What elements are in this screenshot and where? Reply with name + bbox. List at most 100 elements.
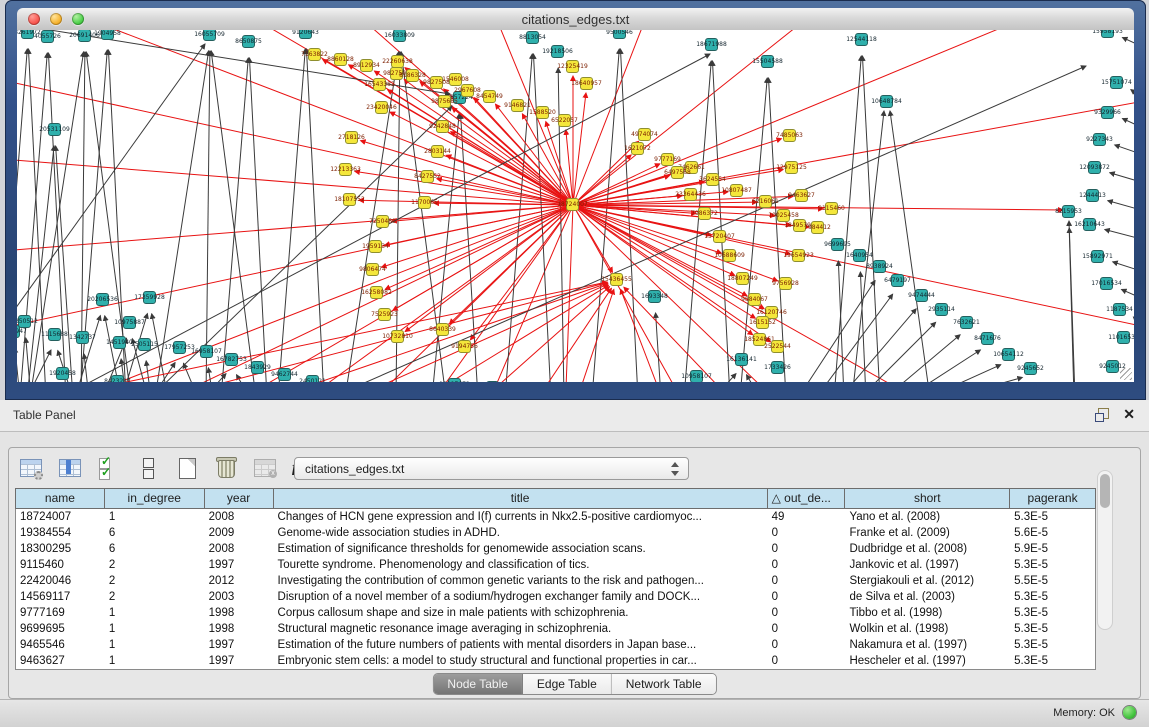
graph-node[interactable]: 12093872 <box>1088 161 1101 174</box>
table-row[interactable]: 969969511998Structural magnetic resonanc… <box>16 621 1095 637</box>
close-panel-icon[interactable]: ✕ <box>1123 406 1135 423</box>
graph-node[interactable]: 1342737 <box>76 331 89 344</box>
graph-node[interactable]: 9245072 <box>486 381 499 382</box>
tab-edge-table[interactable]: Edge Table <box>523 674 612 694</box>
table-row[interactable]: 977716911998Corpus callosum shape and si… <box>16 605 1095 621</box>
graph-node[interactable]: 2967608 <box>461 84 474 97</box>
graph-node[interactable]: 2450121 <box>306 375 319 382</box>
graph-node[interactable]: 8938924 <box>873 260 886 273</box>
column-header-pagerank[interactable]: pagerank <box>1010 489 1095 508</box>
graph-node[interactable]: 6216061 <box>759 195 772 208</box>
graph-node[interactable]: 9777169 <box>661 153 674 166</box>
graph-node[interactable]: 9884067 <box>748 293 761 306</box>
column-header-title[interactable]: title <box>274 489 768 508</box>
row-height-icon[interactable] <box>136 456 160 480</box>
graph-node[interactable]: 9756928 <box>779 277 792 290</box>
graph-node[interactable]: 9245652 <box>1024 362 1037 375</box>
select-columns-icon[interactable]: ✓✓ <box>97 456 121 480</box>
graph-node[interactable]: 1621072 <box>631 142 644 155</box>
graph-node[interactable]: 8423217 <box>111 375 124 382</box>
table-row[interactable]: 911546021997Tourette syndrome. Phenomeno… <box>16 557 1095 573</box>
table-row[interactable]: 946362711997Embryonic stem cells: a mode… <box>16 653 1095 669</box>
graph-node[interactable]: 10688609 <box>723 249 736 262</box>
graph-node[interactable]: 15892971 <box>1091 250 1104 263</box>
delete-table-icon[interactable]: x <box>253 456 277 480</box>
graph-node[interactable]: 12544118 <box>855 33 868 46</box>
graph-node[interactable]: 16958107 <box>200 345 213 358</box>
memory-ok-icon[interactable] <box>1123 706 1136 719</box>
network-canvas[interactable]: 8261972405572620691406190495816055709865… <box>17 30 1134 382</box>
window-titlebar[interactable]: citations_edges.txt <box>17 8 1134 31</box>
graph-node[interactable]: 16210643 <box>1083 218 1096 231</box>
graph-node[interactable]: 9875685 <box>438 95 451 108</box>
graph-node[interactable]: 1115688 <box>48 328 61 341</box>
graph-node[interactable]: 4055726 <box>41 30 54 43</box>
graph-node[interactable]: 4974074 <box>638 128 651 141</box>
network-select[interactable]: citations_edges.txt <box>294 457 689 480</box>
graph-node[interactable]: 3624554 <box>706 173 719 186</box>
graph-node[interactable]: 16055709 <box>203 30 216 41</box>
graph-node[interactable]: 8471676 <box>981 332 994 345</box>
graph-node[interactable]: 7250480 <box>376 215 389 228</box>
graph-node[interactable]: 1693348 <box>648 290 661 303</box>
graph-node[interactable]: 2803144 <box>431 145 444 158</box>
canvas-resize-grip[interactable] <box>1120 368 1132 380</box>
graph-node[interactable]: 9245012 <box>1106 360 1119 373</box>
graph-node[interactable]: 16033809 <box>393 30 406 42</box>
graph-node[interactable]: 1640954 <box>853 249 866 262</box>
graph-node[interactable]: 9120643 <box>299 30 312 39</box>
graph-node[interactable]: 9462744 <box>278 368 291 381</box>
graph-node[interactable]: 10732810 <box>391 330 404 343</box>
graph-node[interactable]: 19654923 <box>792 249 805 262</box>
column-header-name[interactable]: name <box>16 489 105 508</box>
graph-node[interactable]: 2935114 <box>935 303 948 316</box>
graph-node[interactable]: 18807249 <box>736 272 749 285</box>
graph-node[interactable]: 8813054 <box>526 31 539 44</box>
column-header-in_degree[interactable]: in_degree <box>105 489 205 508</box>
graph-node[interactable]: 9329966 <box>1101 106 1114 119</box>
graph-node[interactable]: 1904958 <box>101 30 114 40</box>
graph-node[interactable]: 9500546 <box>613 30 626 39</box>
table-mode-icon[interactable] <box>19 456 43 480</box>
graph-node[interactable]: 8454749 <box>483 90 496 103</box>
graph-node[interactable]: 16136141 <box>735 353 748 366</box>
table-row[interactable]: 1938455462009Genome-wide association stu… <box>16 525 1095 541</box>
graph-node[interactable]: 15504588 <box>761 55 774 68</box>
table-row[interactable]: 946554611997Estimation of the future num… <box>16 637 1095 653</box>
float-panel-icon[interactable] <box>1095 408 1109 422</box>
graph-node[interactable]: 16543382 <box>373 78 386 91</box>
graph-node[interactable]: 20531109 <box>48 123 61 136</box>
graph-node[interactable]: 6479197 <box>891 274 904 287</box>
graph-node[interactable]: 23420046 <box>375 101 388 114</box>
table-row[interactable]: 1872400712008Changes of HCN gene express… <box>16 509 1095 525</box>
graph-node[interactable]: 7986372 <box>698 207 711 220</box>
graph-node[interactable]: 17016534 <box>1100 277 1113 290</box>
graph-node[interactable]: 9806474 <box>366 263 379 276</box>
graph-node[interactable]: 9474444 <box>915 289 928 302</box>
graph-node[interactable]: 18107552 <box>343 193 356 206</box>
graph-node[interactable]: 10648784 <box>880 95 893 108</box>
graph-node[interactable]: 8261972 <box>21 30 34 39</box>
graph-node[interactable]: 9242848 <box>436 120 449 133</box>
graph-node[interactable]: 16258082 <box>370 286 383 299</box>
graph-node[interactable]: 15751074 <box>1110 76 1123 89</box>
column-header-out_de[interactable]: △ out_de... <box>768 489 846 508</box>
graph-node[interactable]: 10025458 <box>777 209 790 222</box>
graph-node[interactable]: 1615152 <box>756 316 769 329</box>
graph-node[interactable]: 20691406 <box>78 30 91 42</box>
graph-node[interactable]: 15436455 <box>610 273 623 286</box>
graph-node[interactable]: 18297672 <box>448 378 461 382</box>
graph-node[interactable]: 1546008 <box>449 73 462 86</box>
graph-node[interactable]: 7485063 <box>783 129 796 142</box>
graph-node[interactable]: 7632621 <box>960 316 973 329</box>
graph-node[interactable]: 8860128 <box>334 53 347 66</box>
column-header-year[interactable]: year <box>205 489 274 508</box>
graph-node[interactable]: 20206536 <box>96 293 109 306</box>
table-row[interactable]: 2242004622012Investigating the contribut… <box>16 573 1095 589</box>
graph-node[interactable]: 1959134 <box>369 240 382 253</box>
table-row[interactable]: 1830029562008Estimation of significance … <box>16 541 1095 557</box>
graph-node[interactable]: 18671988 <box>705 38 718 51</box>
graph-node[interactable]: 2718126 <box>345 131 358 144</box>
graph-node[interactable]: 10654112 <box>1002 348 1015 361</box>
graph-node[interactable]: 1170065 <box>418 196 431 209</box>
